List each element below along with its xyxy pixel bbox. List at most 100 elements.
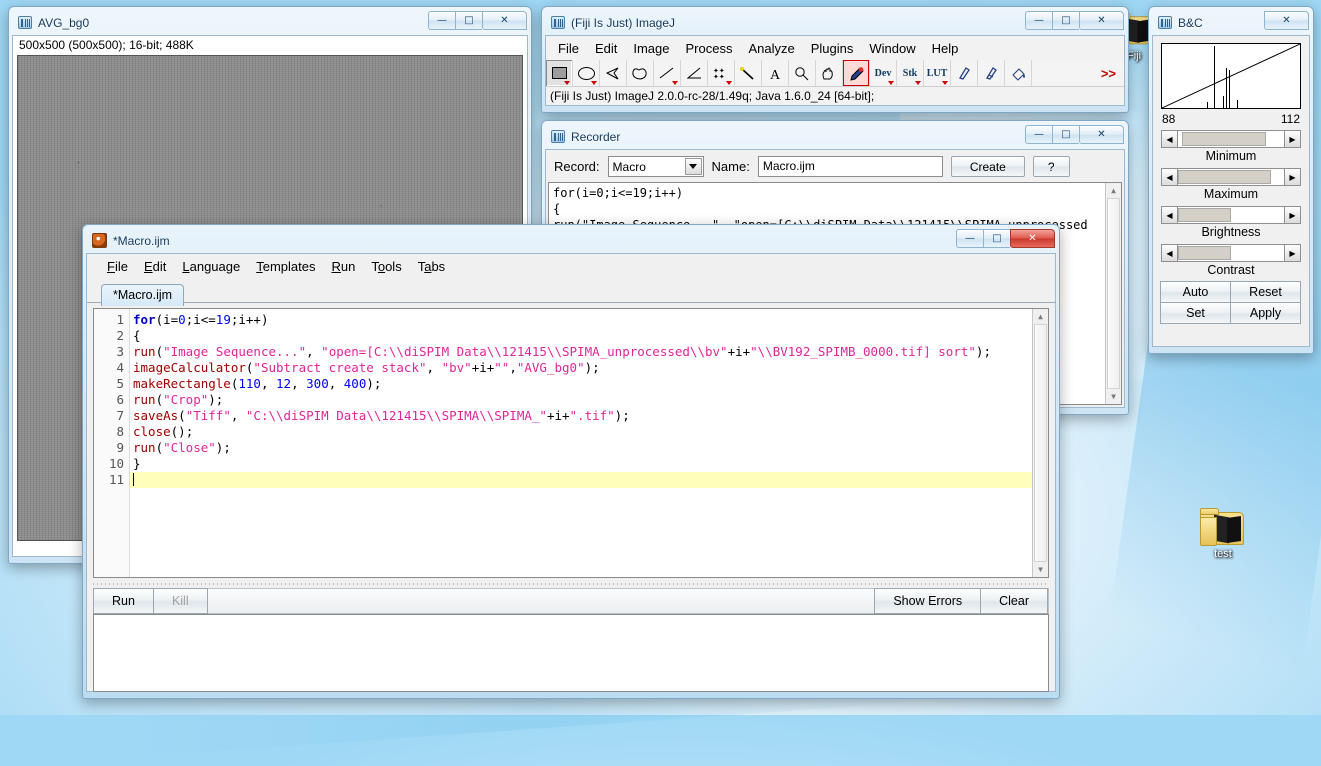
editor-scrollbar[interactable]: ▲ ▼ [1032,309,1048,577]
menu-edit[interactable]: Edit [136,257,174,276]
line-tool-icon[interactable] [654,60,681,86]
code-editor[interactable]: 1 2 3 4 5 6 7 8 9 10 11 for(i=0;i<=19;i+… [93,308,1049,578]
slider-right-arrow-icon[interactable]: ▶ [1284,244,1301,262]
bc-button-grid[interactable]: Auto Reset Set Apply [1160,281,1301,324]
polygon-tool-icon[interactable] [600,60,627,86]
reset-button[interactable]: Reset [1230,281,1301,303]
scrollbar-thumb[interactable] [1034,324,1047,562]
close-icon[interactable]: ✕ [1079,11,1124,30]
flood-fill-tool-icon[interactable] [1005,60,1032,86]
menu-file[interactable]: File [550,39,587,58]
menu-edit[interactable]: Edit [587,39,625,58]
slider-right-arrow-icon[interactable]: ▶ [1284,206,1301,224]
scroll-up-icon[interactable]: ▲ [1106,183,1121,198]
imagej-main-window[interactable]: (Fiji Is Just) ImageJ — □ ✕ File Edit Im… [541,6,1129,113]
point-tool-icon[interactable]: ✦✦ ✦✦ [708,60,735,86]
menu-tools[interactable]: Tools [363,257,409,276]
kill-button[interactable]: Kill [152,588,208,614]
recorder-controls[interactable]: Record: Macro Name: Macro.ijm Create ? [546,150,1124,182]
chevron-down-icon[interactable] [684,158,702,175]
close-icon[interactable]: ✕ [482,11,527,30]
brightness-slider[interactable]: ◀ ▶ [1161,206,1301,224]
maximize-icon[interactable]: □ [1052,11,1079,30]
clear-button[interactable]: Clear [980,588,1048,614]
bc-titlebar[interactable]: B&C ✕ [1152,10,1310,35]
auto-button[interactable]: Auto [1160,281,1231,303]
menu-tabs[interactable]: Tabs [410,257,453,276]
rectangle-tool-icon[interactable] [546,60,573,86]
dev-tool-icon[interactable]: Dev [870,60,897,86]
macro-editor-window[interactable]: *Macro.ijm — □ ✕ FFileile Edit Language … [82,224,1060,699]
menu-language[interactable]: Language [174,257,248,276]
imagej-toolbar[interactable]: ✦✦ ✦✦ A Dev Stk LUT >> [546,60,1124,87]
stk-tool-icon[interactable]: Stk [897,60,924,86]
avg-titlebar[interactable]: AVG_bg0 — □ ✕ [12,10,528,35]
text-tool-icon[interactable]: A [762,60,789,86]
slider-left-arrow-icon[interactable]: ◀ [1161,244,1178,262]
scroll-down-icon[interactable]: ▼ [1033,562,1048,577]
slider-track[interactable] [1178,130,1284,148]
run-button[interactable]: Run [93,588,154,614]
create-button[interactable]: Create [950,156,1025,177]
recorder-scrollbar[interactable]: ▲ ▼ [1105,183,1121,404]
minimize-icon[interactable]: — [1025,125,1052,144]
record-mode-select[interactable]: Macro [607,156,704,177]
close-icon[interactable]: ✕ [1079,125,1124,144]
contrast-slider[interactable]: ◀ ▶ [1161,244,1301,262]
menu-run[interactable]: Run [323,257,363,276]
macro-run-toolbar[interactable]: Run Kill Show Errors Clear [93,588,1049,614]
show-errors-button[interactable]: Show Errors [874,588,982,614]
tab-macro-ijm[interactable]: *Macro.ijm [101,284,185,306]
brightness-contrast-window[interactable]: B&C ✕ 88 112 ◀ ▶ Minimum ◀ ▶ Maximum ◀ ▶… [1148,6,1314,354]
close-icon[interactable]: ✕ [1264,11,1309,30]
maximize-icon[interactable]: □ [455,11,482,30]
dropper-tool-icon[interactable] [843,60,870,86]
slider-track[interactable] [1178,168,1284,186]
minimum-slider[interactable]: ◀ ▶ [1161,130,1301,148]
menu-plugins[interactable]: Plugins [803,39,862,58]
editor-splitter[interactable] [93,580,1049,588]
slider-right-arrow-icon[interactable]: ▶ [1284,130,1301,148]
code-text-area[interactable]: for(i=0;i<=19;i++) { run("Image Sequence… [130,309,1048,577]
scroll-down-icon[interactable]: ▼ [1106,389,1121,404]
menu-process[interactable]: Process [678,39,741,58]
bc-window-buttons[interactable]: ✕ [1264,11,1309,30]
angle-tool-icon[interactable] [681,60,708,86]
minimize-icon[interactable]: — [956,229,983,248]
menu-analyze[interactable]: Analyze [740,39,802,58]
menu-file[interactable]: FFileile [99,257,136,276]
menu-help[interactable]: Help [924,39,967,58]
menu-templates[interactable]: Templates [248,257,323,276]
brush-tool-icon[interactable] [978,60,1005,86]
lut-tool-icon[interactable]: LUT [924,60,951,86]
magnifier-tool-icon[interactable] [789,60,816,86]
recorder-titlebar[interactable]: Recorder — □ ✕ [545,124,1125,149]
expand-toolbar-button[interactable]: >> [1032,60,1124,86]
slider-left-arrow-icon[interactable]: ◀ [1161,130,1178,148]
maximize-icon[interactable]: □ [983,229,1010,248]
slider-right-arrow-icon[interactable]: ▶ [1284,168,1301,186]
menu-image[interactable]: Image [625,39,677,58]
imagej-status-bar[interactable]: (Fiji Is Just) ImageJ 2.0.0-rc-28/1.49q;… [546,87,1124,105]
hand-tool-icon[interactable] [816,60,843,86]
freehand-tool-icon[interactable] [627,60,654,86]
oval-tool-icon[interactable] [573,60,600,86]
maximize-icon[interactable]: □ [1052,125,1079,144]
scroll-up-icon[interactable]: ▲ [1033,309,1048,324]
macro-tabstrip[interactable]: *Macro.ijm [87,278,1055,306]
macro-window-buttons[interactable]: — □ ✕ [956,229,1055,248]
slider-track[interactable] [1178,244,1284,262]
menu-window[interactable]: Window [861,39,923,58]
apply-button[interactable]: Apply [1230,302,1301,324]
imagej-menubar[interactable]: File Edit Image Process Analyze Plugins … [546,36,1124,60]
avg-window-buttons[interactable]: — □ ✕ [428,11,527,30]
macro-output-panel[interactable] [93,614,1049,692]
macro-menubar[interactable]: FFileile Edit Language Templates Run Too… [87,254,1055,278]
slider-track[interactable] [1178,206,1284,224]
scrollbar-thumb[interactable] [1107,198,1120,389]
macro-name-input[interactable]: Macro.ijm [757,156,943,177]
maximum-slider[interactable]: ◀ ▶ [1161,168,1301,186]
close-icon[interactable]: ✕ [1010,229,1055,248]
minimize-icon[interactable]: — [1025,11,1052,30]
wand-tool-icon[interactable] [735,60,762,86]
